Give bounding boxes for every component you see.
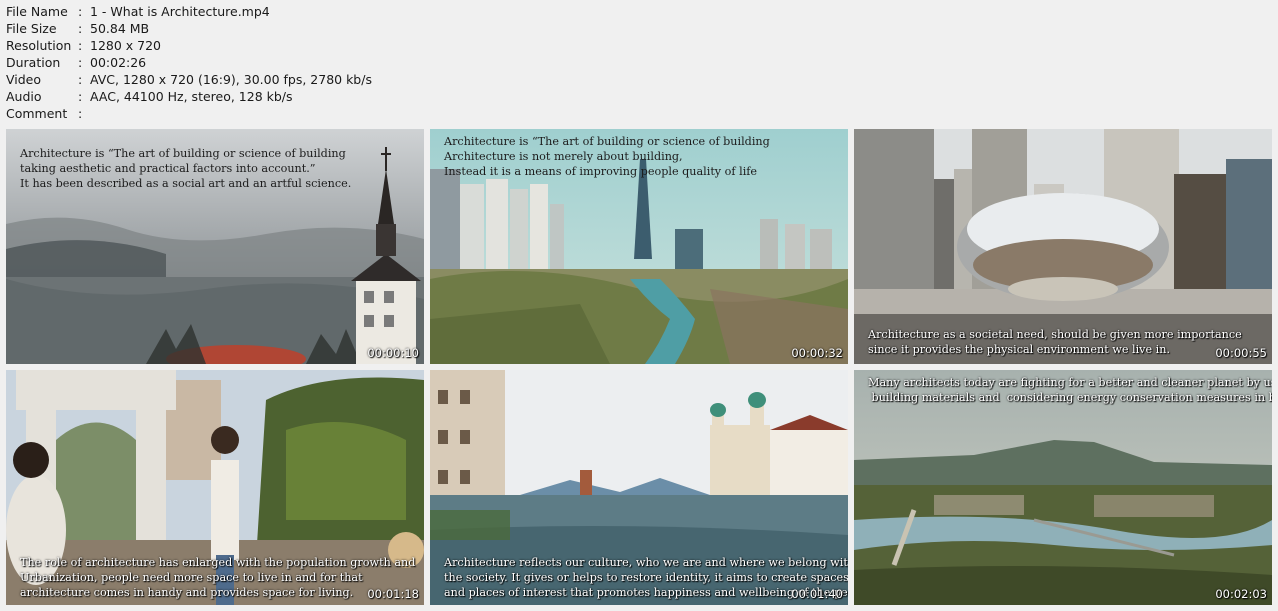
file-size-row: File Size:50.84 MB [6, 20, 372, 37]
file-size-value: 50.84 MB [90, 21, 150, 36]
timestamp: 00:02:03 [1215, 587, 1267, 601]
resolution-label: Resolution [6, 38, 72, 53]
subtitle-caption: Architecture is “The art of building or … [444, 135, 770, 178]
video-row: Video: AVC, 1280 x 720 (16:9), 30.00 fps,… [6, 71, 372, 88]
subtitle-caption: Architecture as a societal need, should … [868, 328, 1242, 356]
timestamp: 00:01:40 [791, 587, 843, 601]
duration-label: Duration [6, 55, 61, 70]
thumbnail-2[interactable]: Architecture is “The art of building or … [430, 129, 848, 364]
thumbnail-6[interactable]: Many architects today are fighting for a… [854, 370, 1272, 605]
timestamp: 00:01:18 [367, 587, 419, 601]
audio-value: AAC, 44100 Hz, stereo, 128 kb/s [90, 89, 293, 104]
comment-row: Comment: [6, 105, 372, 122]
thumbnail-5[interactable]: Architecture reflects our culture, who w… [430, 370, 848, 605]
comment-label: Comment [6, 106, 68, 121]
file-info-panel: File Name:1 - What is Architecture.mp4 F… [6, 3, 372, 122]
timestamp: 00:00:32 [791, 346, 843, 360]
audio-row: Audio: AAC, 44100 Hz, stereo, 128 kb/s [6, 88, 372, 105]
video-label: Video [6, 72, 42, 87]
thumbnail-4[interactable]: The role of architecture has enlarged wi… [6, 370, 424, 605]
separator: : [78, 72, 83, 87]
separator: : [78, 21, 83, 36]
subtitle-caption: Architecture is “The art of building or … [20, 147, 352, 190]
thumbnail-3[interactable]: Architecture as a societal need, should … [854, 129, 1272, 364]
separator: : [78, 4, 83, 19]
resolution-row: Resolution:1280 x 720 [6, 37, 372, 54]
file-name-value: 1 - What is Architecture.mp4 [90, 4, 270, 19]
timestamp: 00:00:55 [1215, 346, 1267, 360]
audio-label: Audio [6, 89, 42, 104]
resolution-value: 1280 x 720 [90, 38, 162, 53]
separator: : [78, 89, 83, 104]
thumbnail-1[interactable]: Architecture is “The art of building or … [6, 129, 424, 364]
timestamp: 00:00:10 [367, 346, 419, 360]
file-size-label: File Size [6, 21, 57, 36]
file-name-row: File Name:1 - What is Architecture.mp4 [6, 3, 372, 20]
subtitle-caption: Many architects today are fighting for a… [868, 376, 1272, 404]
video-value: AVC, 1280 x 720 (16:9), 30.00 fps, 2780 … [90, 72, 372, 87]
separator: : [78, 38, 83, 53]
subtitle-caption: The role of architecture has enlarged wi… [20, 556, 416, 599]
separator: : [78, 55, 83, 70]
aerial-town-scene [854, 370, 1272, 605]
subtitle-caption: Architecture reflects our culture, who w… [444, 556, 848, 599]
file-name-label: File Name [6, 4, 68, 19]
duration-row: Duration:00:02:26 [6, 54, 372, 71]
separator: : [78, 106, 83, 121]
duration-value: 00:02:26 [90, 55, 147, 70]
thumbnail-grid: Architecture is “The art of building or … [6, 129, 1272, 605]
